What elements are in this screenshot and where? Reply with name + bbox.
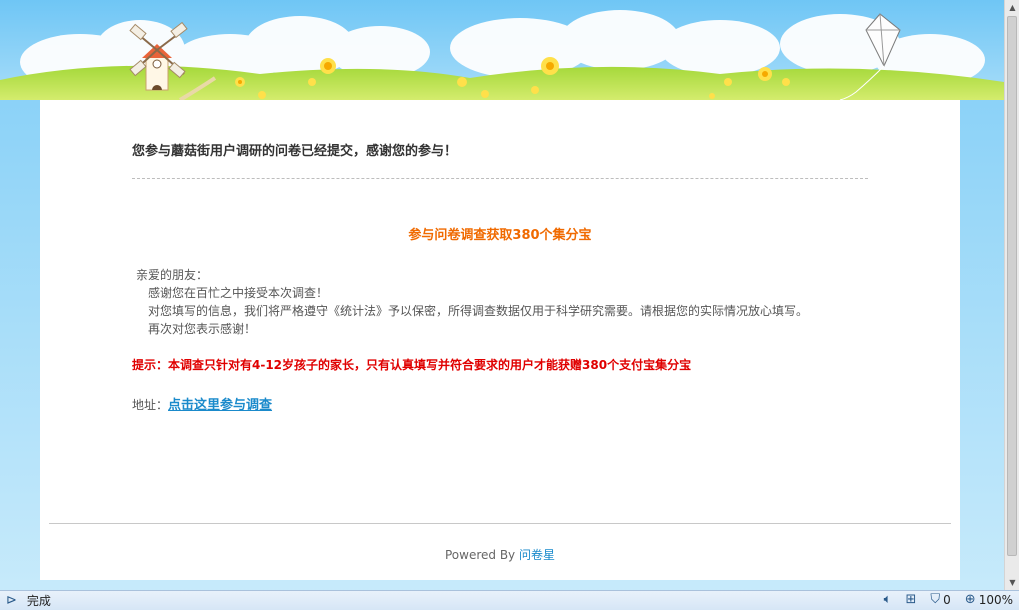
toolbox-icon[interactable]: ⊞ [905,592,916,607]
speaker-icon[interactable]: 🔈︎ [884,592,892,607]
dashed-divider [132,178,868,179]
letter-line: 感谢您在百忙之中接受本次调查！ [148,286,329,300]
letter-line: 对您填写的信息，我们将严格遵守《统计法》予以保密，所得调查数据仅用于科学研究需要… [148,304,809,318]
zoom-icon: ⊕ [964,592,976,607]
status-text: 完成 [26,594,51,608]
zoom-level: 100% [978,592,1013,607]
status-page-icon: ⊳ [6,593,17,608]
popup-blocker[interactable]: ⛉ 0 [930,592,950,607]
address-row: 地址：点击这里参与调查 [132,394,272,413]
shield-icon: ⛉ [930,592,941,607]
page-title: 您参与蘑菇街用户调研的问卷已经提交，感谢您的参与！ [132,144,458,159]
address-label: 地址： [132,398,169,412]
promo-heading: 参与问卷调查获取380个集分宝 [408,228,592,243]
letter-text: 亲爱的朋友： 感谢您在百忙之中接受本次调查！ 对您填写的信息，我们将严格遵守《统… [132,266,808,338]
scroll-thumb[interactable] [1007,16,1017,556]
letter-line: 再次对您表示感谢！ [148,322,257,336]
powered-by: Powered By 问卷星 [40,546,960,563]
scroll-up-arrow-icon[interactable]: ▲ [1007,2,1018,13]
tip-notice: 提示：本调查只针对有4-12岁孩子的家长，只有认真填写并符合要求的用户才能获赠3… [132,358,692,372]
header-banner [0,0,1004,100]
landscape-illustration [0,0,1004,100]
footer-divider [49,523,951,524]
join-survey-link[interactable]: 点击这里参与调查 [168,398,272,413]
zoom-control[interactable]: ⊕ 100% [965,592,1013,607]
brand-link[interactable]: 问卷星 [519,548,555,562]
powered-by-label: Powered By [444,548,516,562]
scroll-down-arrow-icon[interactable]: ▼ [1007,577,1018,588]
status-bar: ⊳ 完成 🔈︎ ⊞ ⛉ 0 ⊕ 100% [0,590,1019,610]
content-panel: 您参与蘑菇街用户调研的问卷已经提交，感谢您的参与！ 参与问卷调查获取380个集分… [40,100,960,580]
popup-count: 0 [943,592,951,607]
letter-greeting: 亲爱的朋友： [136,268,209,282]
vertical-scrollbar[interactable]: ▲ ▼ [1004,0,1019,590]
